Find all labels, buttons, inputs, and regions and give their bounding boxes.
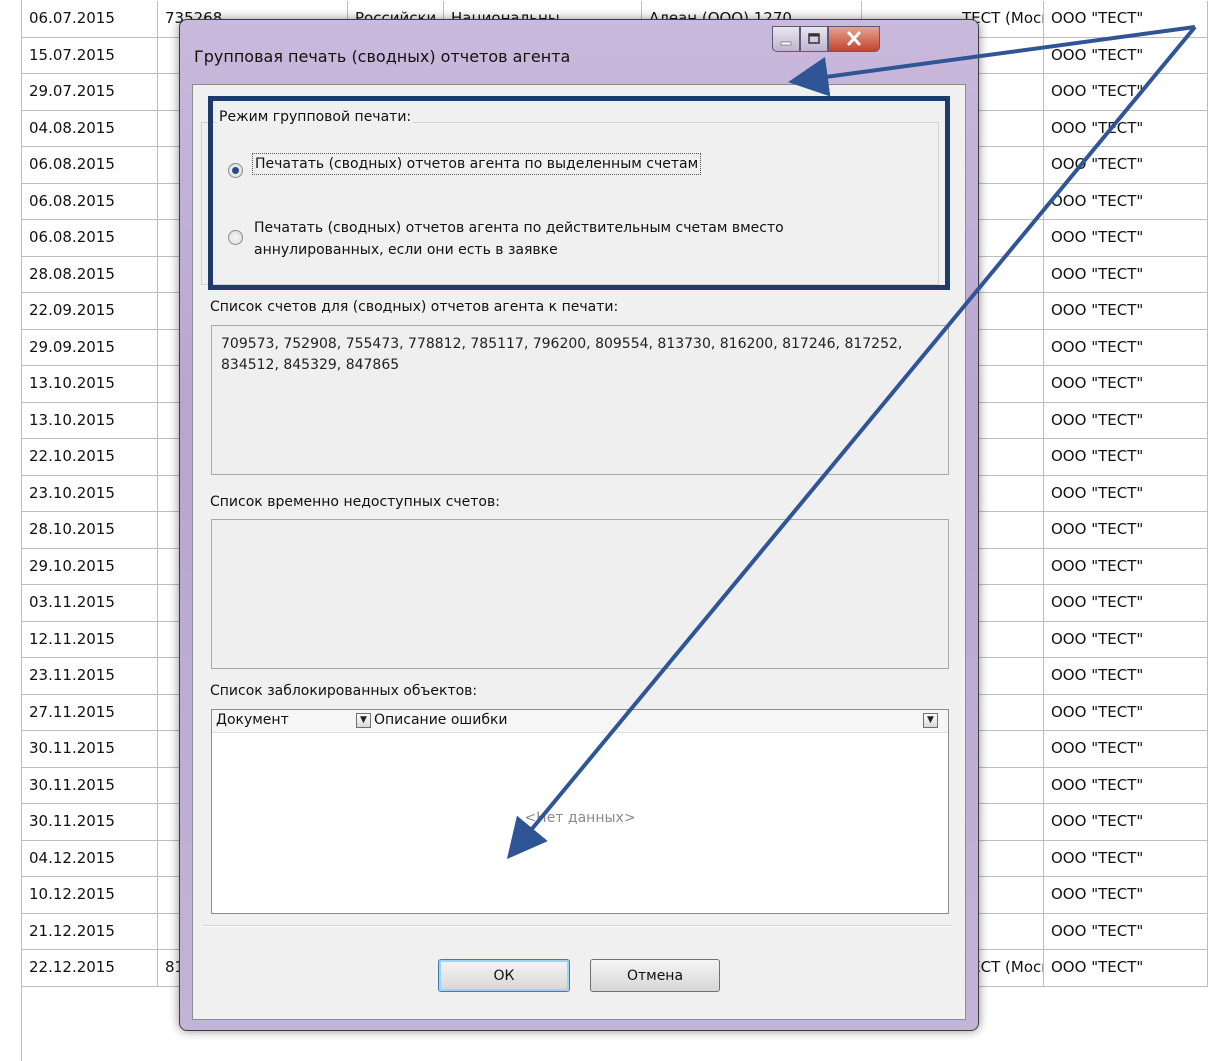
table-header: Документ ▼ Описание ошибки ▼ — [212, 710, 948, 733]
grid-cell-c7: ООО "ТЕСТ" — [1044, 147, 1208, 184]
grid-cell-c7: ООО "ТЕСТ" — [1044, 950, 1208, 987]
grid-cell-date: 21.12.2015 — [22, 913, 158, 950]
grid-cell-date: 29.09.2015 — [22, 329, 158, 366]
grid-cell-c7: ООО "ТЕСТ" — [1044, 731, 1208, 768]
footer-divider — [203, 925, 953, 927]
grid-cell-c7: ООО "ТЕСТ" — [1044, 402, 1208, 439]
grid-cell-date: 04.08.2015 — [22, 110, 158, 147]
blocked-objects-table[interactable]: Документ ▼ Описание ошибки ▼ <Нет данных… — [211, 709, 949, 914]
dialog-client-area: Режим групповой печати: Печатать (сводны… — [192, 84, 966, 1020]
maximize-button[interactable] — [800, 26, 828, 52]
grid-cell-c7: ООО "ТЕСТ" — [1044, 840, 1208, 877]
unavailable-list-box[interactable] — [211, 519, 949, 669]
grid-cell-date: 29.10.2015 — [22, 548, 158, 585]
print-dialog: Групповая печать (сводных) отчетов агент… — [179, 19, 979, 1031]
dialog-title: Групповая печать (сводных) отчетов агент… — [194, 47, 571, 66]
column-error-description[interactable]: Описание ошибки — [374, 712, 508, 728]
grid-cell-date: 10.12.2015 — [22, 877, 158, 914]
invoices-list-box[interactable]: 709573, 752908, 755473, 778812, 785117, … — [211, 325, 949, 475]
invoices-list-text: 709573, 752908, 755473, 778812, 785117, … — [221, 336, 903, 373]
grid-cell-c7: ООО "ТЕСТ" — [1044, 74, 1208, 111]
grid-cell-date: 23.11.2015 — [22, 658, 158, 695]
grid-cell-c7: ООО "ТЕСТ" — [1044, 658, 1208, 695]
grid-cell-c7: ООО "ТЕСТ" — [1044, 293, 1208, 330]
dialog-titlebar[interactable]: Групповая печать (сводных) отчетов агент… — [180, 20, 978, 77]
minimize-button[interactable] — [772, 26, 800, 52]
grid-cell-c7: ООО "ТЕСТ" — [1044, 1, 1208, 38]
grid-cell-c7: ООО "ТЕСТ" — [1044, 694, 1208, 731]
grid-cell-date: 03.11.2015 — [22, 585, 158, 622]
grid-cell-c7: ООО "ТЕСТ" — [1044, 366, 1208, 403]
grid-cell-c7: ООО "ТЕСТ" — [1044, 183, 1208, 220]
grid-cell-date: 06.08.2015 — [22, 183, 158, 220]
maximize-icon — [808, 33, 820, 44]
grid-cell-c7: ООО "ТЕСТ" — [1044, 767, 1208, 804]
grid-cell-date: 30.11.2015 — [22, 804, 158, 841]
grid-cell-date: 13.10.2015 — [22, 402, 158, 439]
grid-cell-date: 23.10.2015 — [22, 475, 158, 512]
invoices-label: Список счетов для (сводных) отчетов аген… — [210, 299, 619, 315]
grid-cell-c7: ООО "ТЕСТ" — [1044, 220, 1208, 257]
grid-cell-date: 06.08.2015 — [22, 220, 158, 257]
minimize-icon — [780, 41, 792, 46]
grid-cell-c7: ООО "ТЕСТ" — [1044, 256, 1208, 293]
column-document[interactable]: Документ — [216, 712, 289, 728]
grid-cell-c7: ООО "ТЕСТ" — [1044, 110, 1208, 147]
grid-cell-c7: ООО "ТЕСТ" — [1044, 37, 1208, 74]
grid-cell-date: 27.11.2015 — [22, 694, 158, 731]
dropdown-arrow-icon[interactable]: ▼ — [356, 713, 371, 728]
mode-highlight-frame — [208, 96, 950, 290]
dropdown-arrow-icon[interactable]: ▼ — [923, 713, 938, 728]
close-button[interactable] — [828, 26, 880, 52]
grid-cell-date: 22.10.2015 — [22, 439, 158, 476]
table-empty-message: <Нет данных> — [524, 810, 636, 826]
grid-cell-c7: ООО "ТЕСТ" — [1044, 804, 1208, 841]
grid-cell-c7: ООО "ТЕСТ" — [1044, 877, 1208, 914]
grid-cell-date: 06.07.2015 — [22, 1, 158, 38]
grid-cell-date: 04.12.2015 — [22, 840, 158, 877]
grid-cell-date: 28.08.2015 — [22, 256, 158, 293]
unavailable-label: Список временно недоступных счетов: — [210, 494, 500, 510]
grid-cell-date: 13.10.2015 — [22, 366, 158, 403]
grid-cell-date: 22.12.2015 — [22, 950, 158, 987]
grid-cell-c7: ООО "ТЕСТ" — [1044, 913, 1208, 950]
grid-cell-date: 30.11.2015 — [22, 731, 158, 768]
close-icon — [847, 31, 861, 46]
grid-cell-date: 28.10.2015 — [22, 512, 158, 549]
grid-cell-c7: ООО "ТЕСТ" — [1044, 621, 1208, 658]
grid-cell-c7: ООО "ТЕСТ" — [1044, 548, 1208, 585]
grid-cell-c7: ООО "ТЕСТ" — [1044, 439, 1208, 476]
grid-cell-date: 12.11.2015 — [22, 621, 158, 658]
grid-cell-date: 06.08.2015 — [22, 147, 158, 184]
grid-cell-c7: ООО "ТЕСТ" — [1044, 512, 1208, 549]
grid-cell-date: 22.09.2015 — [22, 293, 158, 330]
grid-cell-c7: ООО "ТЕСТ" — [1044, 475, 1208, 512]
ok-button[interactable]: ОК — [438, 959, 570, 992]
blocked-label: Список заблокированных объектов: — [210, 683, 478, 699]
grid-cell-date: 29.07.2015 — [22, 74, 158, 111]
grid-cell-date: 15.07.2015 — [22, 37, 158, 74]
grid-cell-date: 30.11.2015 — [22, 767, 158, 804]
grid-cell-c7: ООО "ТЕСТ" — [1044, 585, 1208, 622]
cancel-button[interactable]: Отмена — [590, 959, 720, 992]
grid-cell-c7: ООО "ТЕСТ" — [1044, 329, 1208, 366]
